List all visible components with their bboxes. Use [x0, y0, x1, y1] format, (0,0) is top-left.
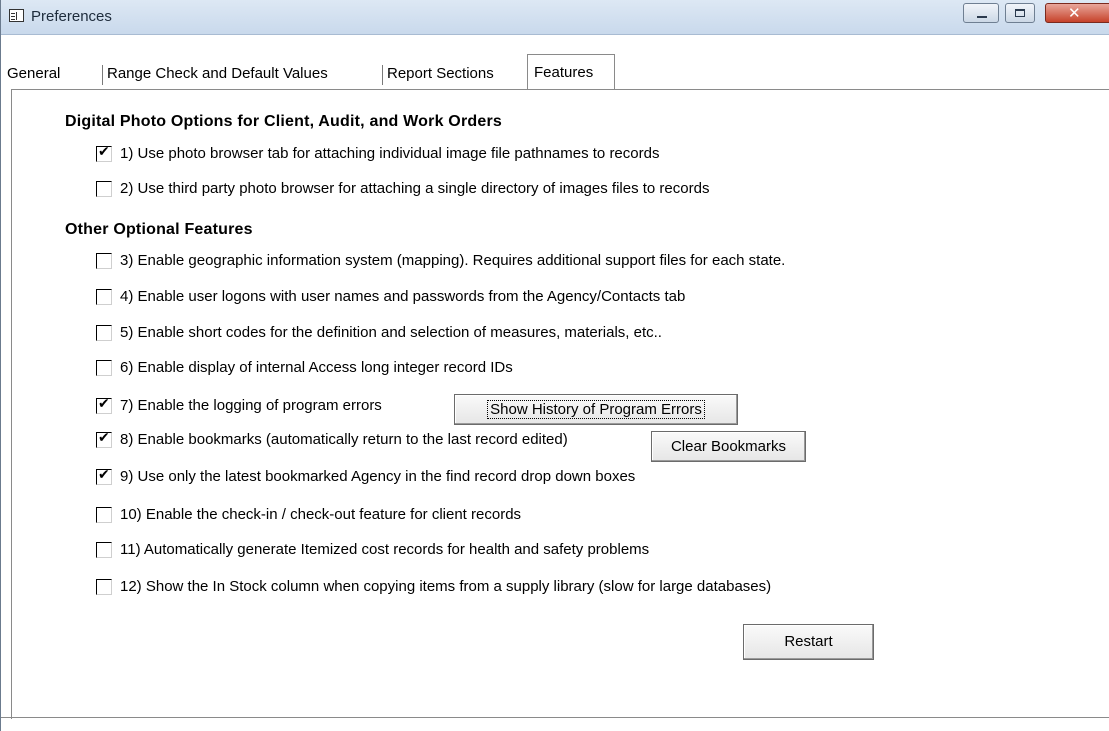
option-7-checkbox[interactable] — [96, 396, 112, 414]
minimize-icon — [977, 16, 987, 18]
tab-separator — [102, 65, 103, 85]
option-11-label: 11) Automatically generate Itemized cost… — [120, 541, 650, 558]
close-button[interactable]: ✕ — [1045, 3, 1109, 23]
preferences-window: Preferences ✕ General Range Check and De… — [0, 0, 1109, 731]
option-4-label: 4) Enable user logons with user names an… — [120, 288, 686, 305]
option-5-checkbox[interactable] — [96, 325, 112, 341]
tab-report-sections[interactable]: Report Sections — [387, 59, 529, 89]
option-5-label: 5) Enable short codes for the definition… — [120, 324, 662, 341]
option-7-label: 7) Enable the logging of program errors — [120, 397, 382, 414]
tab-label: General — [7, 65, 61, 82]
option-3-label: 3) Enable geographic information system … — [120, 252, 786, 269]
option-2-label: 2) Use third party photo browser for att… — [120, 180, 710, 197]
option-3-checkbox[interactable] — [96, 253, 112, 269]
option-8-label: 8) Enable bookmarks (automatically retur… — [120, 431, 568, 448]
minimize-button[interactable] — [963, 3, 999, 23]
show-history-label: Show History of Program Errors — [487, 400, 705, 419]
option-8-checkbox[interactable] — [96, 430, 112, 448]
window-title: Preferences — [31, 8, 112, 25]
option-2-checkbox[interactable] — [96, 181, 112, 197]
tab-label: Range Check and Default Values — [107, 65, 328, 82]
option-10-label: 10) Enable the check-in / check-out feat… — [120, 506, 522, 523]
option-1-label: 1) Use photo browser tab for attaching i… — [120, 145, 660, 162]
restart-button[interactable]: Restart — [743, 624, 874, 660]
tab-general[interactable]: General — [7, 59, 103, 89]
maximize-icon — [1015, 9, 1025, 17]
other-features-heading: Other Optional Features — [65, 221, 253, 238]
option-12-checkbox[interactable] — [96, 579, 112, 595]
tab-range-check[interactable]: Range Check and Default Values — [107, 59, 383, 89]
option-1-checkbox[interactable] — [96, 144, 112, 162]
clear-bookmarks-button[interactable]: Clear Bookmarks — [651, 431, 806, 462]
title-bar[interactable]: Preferences ✕ — [1, 0, 1109, 35]
clear-bookmarks-label: Clear Bookmarks — [670, 438, 787, 455]
restart-label: Restart — [784, 633, 833, 650]
tab-separator — [382, 65, 383, 85]
option-4-checkbox[interactable] — [96, 289, 112, 305]
option-12-label: 12) Show the In Stock column when copyin… — [120, 578, 772, 595]
option-6-checkbox[interactable] — [96, 360, 112, 376]
form-icon — [9, 9, 24, 22]
option-9-label: 9) Use only the latest bookmarked Agency… — [120, 468, 636, 485]
tab-label: Report Sections — [387, 65, 494, 82]
maximize-button[interactable] — [1005, 3, 1035, 23]
close-icon: ✕ — [1068, 4, 1081, 22]
photo-options-heading: Digital Photo Options for Client, Audit,… — [65, 113, 502, 130]
option-9-checkbox[interactable] — [96, 467, 112, 485]
tab-label: Features — [534, 64, 594, 81]
option-10-checkbox[interactable] — [96, 507, 112, 523]
option-6-label: 6) Enable display of internal Access lon… — [120, 359, 513, 376]
bottom-divider — [1, 717, 1109, 718]
show-history-button[interactable]: Show History of Program Errors — [454, 394, 738, 425]
tab-features[interactable]: Features — [527, 54, 615, 89]
option-11-checkbox[interactable] — [96, 542, 112, 558]
